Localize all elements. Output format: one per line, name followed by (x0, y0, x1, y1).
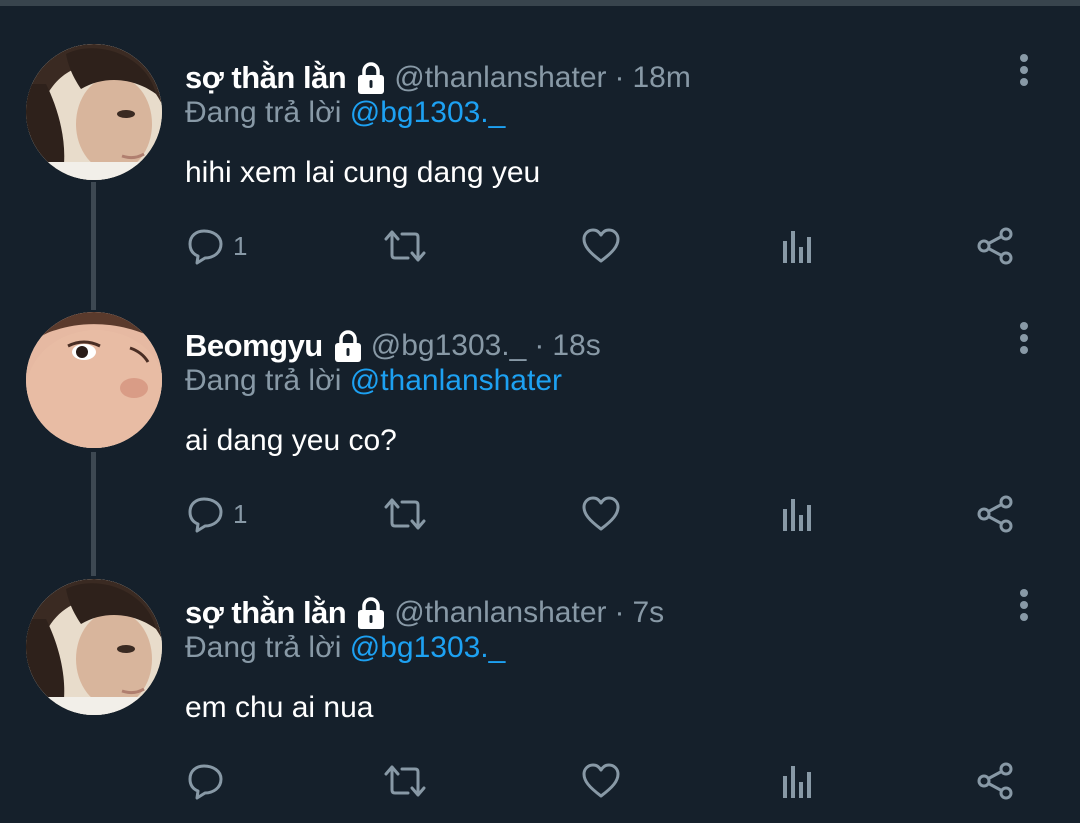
reply-icon (188, 229, 223, 265)
heart-icon (582, 496, 620, 531)
retweet-button[interactable] (382, 759, 428, 803)
author-name[interactable]: Beomgyu (185, 328, 323, 364)
author-name[interactable]: sợ thằn lằn (185, 595, 347, 631)
avatar[interactable] (26, 44, 162, 180)
top-divider (0, 0, 1080, 6)
author-handle[interactable]: @bg1303._ (371, 329, 527, 363)
replying-to-mention[interactable]: @bg1303._ (350, 96, 506, 129)
retweet-icon (384, 230, 426, 262)
reply-icon (188, 764, 223, 800)
reply-button[interactable] (187, 759, 233, 803)
tweet-text: ai dang yeu co? (185, 424, 397, 457)
tweet[interactable]: sợ thằn lằn @thanlanshater · 7s Đang trả… (0, 579, 1080, 823)
reply-count: 1 (233, 498, 248, 529)
lock-icon (356, 596, 386, 630)
share-icon (977, 495, 1013, 533)
retweet-icon (384, 765, 426, 797)
tweet[interactable]: Beomgyu @bg1303._ · 18s Đang trả lời @th… (0, 312, 1080, 572)
avatar[interactable] (26, 579, 162, 715)
more-vertical-icon[interactable] (1012, 585, 1036, 625)
replying-to-mention[interactable]: @thanlanshater (350, 364, 562, 397)
separator-dot: · (614, 596, 625, 629)
heart-icon (582, 228, 620, 263)
heart-icon (582, 763, 620, 798)
timestamp[interactable]: 18s (552, 329, 600, 363)
more-vertical-icon[interactable] (1012, 50, 1036, 90)
tweet-actions: 1 (0, 492, 1080, 536)
analytics-icon (783, 766, 811, 798)
replying-to: Đang trả lời @thanlanshater (185, 364, 562, 398)
tweet-header: Beomgyu @bg1303._ · 18s (185, 324, 601, 368)
tweet-actions: 1 (0, 224, 1080, 268)
reply-button[interactable]: 1 (187, 224, 247, 268)
like-button[interactable] (581, 224, 621, 268)
timestamp[interactable]: 18m (633, 61, 691, 95)
like-button[interactable] (581, 492, 621, 536)
separator-dot: · (614, 61, 625, 94)
replying-to-label: Đang trả lời (185, 364, 342, 397)
share-icon (977, 762, 1013, 800)
tweet-text: hihi xem lai cung dang yeu (185, 156, 541, 189)
analytics-button[interactable] (781, 224, 815, 268)
tweet-header: sợ thằn lằn @thanlanshater · 18m (185, 56, 691, 100)
lock-icon (333, 329, 363, 363)
analytics-button[interactable] (781, 759, 815, 803)
analytics-icon (783, 231, 811, 263)
tweet-actions (0, 759, 1080, 803)
timestamp[interactable]: 7s (633, 596, 665, 630)
share-icon (977, 227, 1013, 265)
replying-to-label: Đang trả lời (185, 96, 342, 129)
more-vertical-icon[interactable] (1012, 318, 1036, 358)
analytics-icon (783, 499, 811, 531)
share-button[interactable] (975, 492, 1015, 536)
author-name[interactable]: sợ thằn lằn (185, 60, 347, 96)
replying-to: Đang trả lời @bg1303._ (185, 96, 505, 130)
author-handle[interactable]: @thanlanshater (394, 596, 606, 630)
separator-dot: · (534, 329, 545, 362)
analytics-button[interactable] (781, 492, 815, 536)
replying-to-mention[interactable]: @bg1303._ (350, 631, 506, 664)
share-button[interactable] (975, 224, 1015, 268)
tweet-header: sợ thằn lằn @thanlanshater · 7s (185, 591, 664, 635)
reply-button[interactable]: 1 (187, 492, 247, 536)
avatar[interactable] (26, 312, 162, 448)
retweet-button[interactable] (382, 492, 428, 536)
tweet[interactable]: sợ thằn lằn @thanlanshater · 18m Đang tr… (0, 44, 1080, 304)
replying-to-label: Đang trả lời (185, 631, 342, 664)
retweet-icon (384, 498, 426, 530)
lock-icon (356, 61, 386, 95)
tweet-text: em chu ai nua (185, 691, 374, 724)
retweet-button[interactable] (382, 224, 428, 268)
like-button[interactable] (581, 759, 621, 803)
replying-to: Đang trả lời @bg1303._ (185, 631, 505, 665)
author-handle[interactable]: @thanlanshater (394, 61, 606, 95)
reply-icon (188, 497, 223, 533)
reply-count: 1 (233, 230, 248, 261)
share-button[interactable] (975, 759, 1015, 803)
